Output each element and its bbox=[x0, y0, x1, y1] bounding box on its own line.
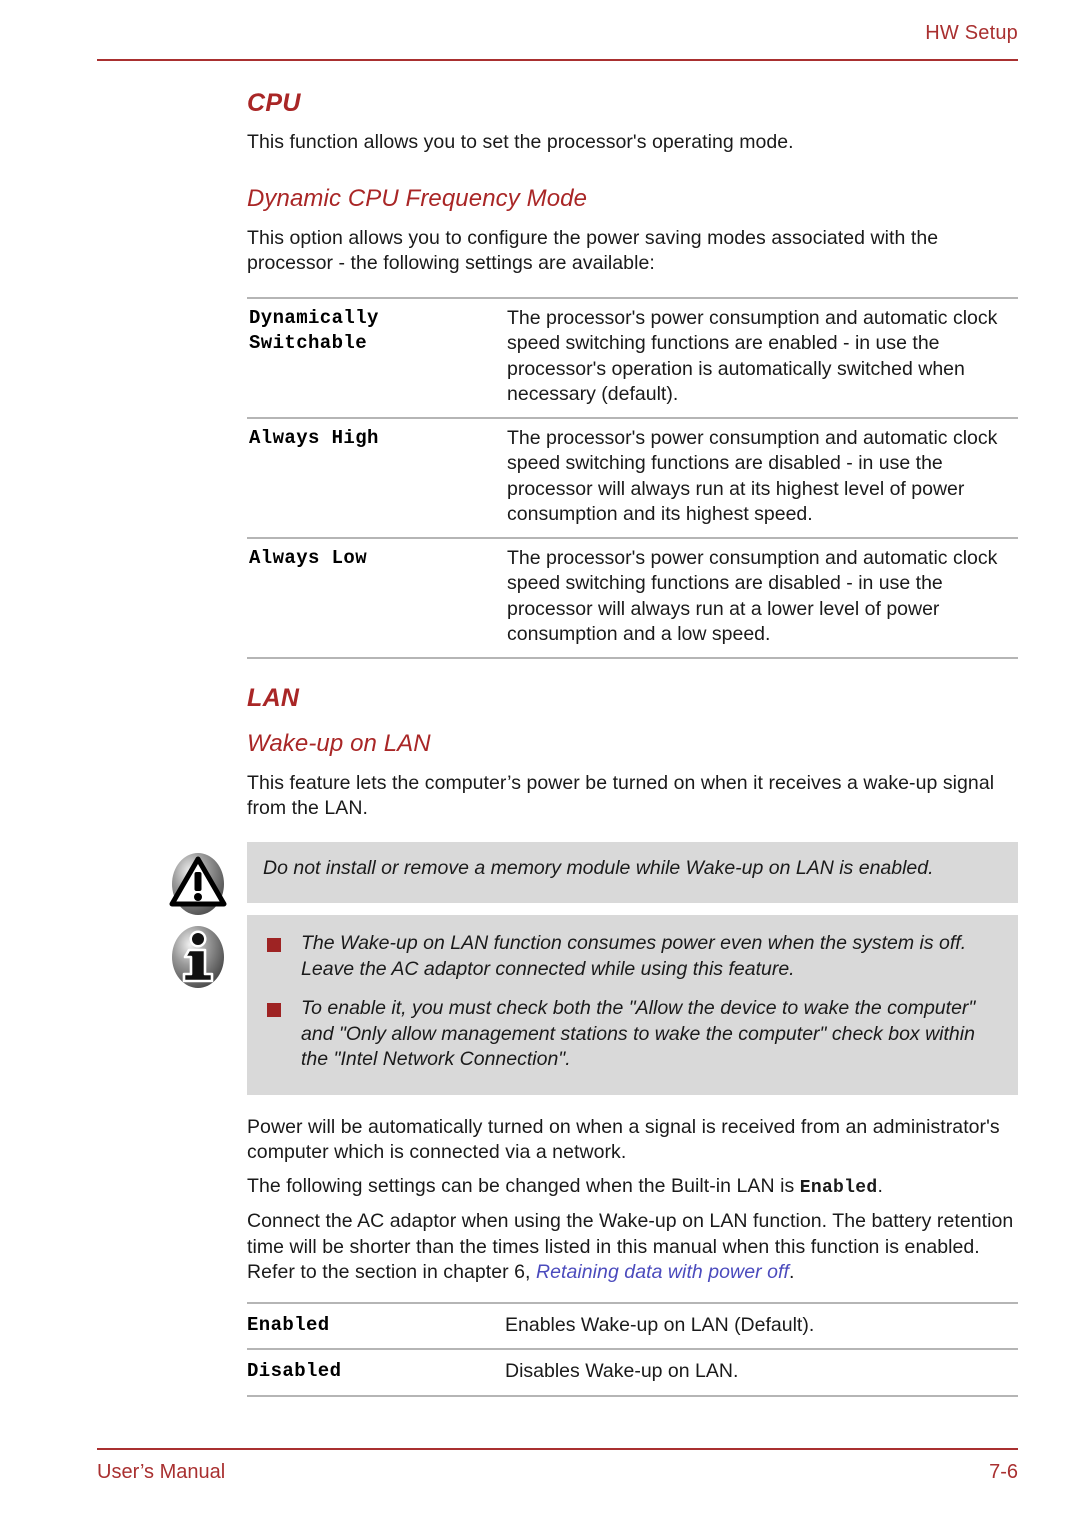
option-description: The processor's power consumption and au… bbox=[507, 426, 998, 526]
lan-paragraph-2-prefix: The following settings can be changed wh… bbox=[247, 1174, 800, 1197]
option-term: Disabled bbox=[247, 1360, 342, 1382]
footer-manual-label: User’s Manual bbox=[97, 1461, 226, 1483]
bullet-square-icon bbox=[267, 1003, 281, 1017]
header-rule bbox=[97, 59, 1018, 61]
table-row: Always High The processor's power consum… bbox=[247, 417, 1018, 538]
wake-up-on-lan-intro: This feature lets the computer’s power b… bbox=[247, 771, 995, 820]
cross-reference-link[interactable]: Retaining data with power off bbox=[536, 1261, 789, 1283]
option-description: The processor's power consumption and au… bbox=[507, 306, 998, 406]
info-bullet-list: The Wake-up on LAN function consumes pow… bbox=[263, 931, 1002, 1073]
option-term: Enabled bbox=[247, 1313, 330, 1336]
lan-paragraph-1: Power will be automatically turned on wh… bbox=[247, 1115, 1000, 1164]
footer-rule bbox=[97, 1448, 1018, 1450]
dynamic-cpu-frequency-mode-heading: Dynamic CPU Frequency Mode bbox=[247, 184, 588, 212]
lan-section-heading: LAN bbox=[247, 683, 300, 712]
option-term: Always Low bbox=[249, 546, 368, 569]
info-bullet-text: The Wake-up on LAN function consumes pow… bbox=[301, 932, 967, 980]
lan-paragraph-3: Connect the AC adaptor when using the Wa… bbox=[247, 1209, 1018, 1286]
list-item: To enable it, you must check both the "A… bbox=[263, 996, 1002, 1073]
header-title: HW Setup bbox=[925, 22, 1018, 44]
page-content: CPU This function allows you to set the … bbox=[169, 88, 1018, 1397]
table-row: Disabled Disables Wake-up on LAN. bbox=[247, 1349, 1018, 1396]
option-description: Disables Wake-up on LAN. bbox=[505, 1360, 739, 1382]
list-item: The Wake-up on LAN function consumes pow… bbox=[263, 931, 1002, 982]
wake-up-on-lan-heading: Wake-up on LAN bbox=[247, 729, 431, 757]
info-circle-icon bbox=[167, 923, 229, 991]
cpu-intro-text: This function allows you to set the proc… bbox=[247, 131, 794, 153]
cpu-options-table: Dynamically Switchable The processor's p… bbox=[247, 297, 1018, 659]
table-row: Dynamically Switchable The processor's p… bbox=[247, 297, 1018, 418]
warning-callout-text: Do not install or remove a memory module… bbox=[263, 856, 934, 879]
option-description: The processor's power consumption and au… bbox=[507, 546, 998, 646]
warning-triangle-icon bbox=[167, 850, 229, 918]
info-callout: The Wake-up on LAN function consumes pow… bbox=[172, 915, 1018, 1095]
bullet-square-icon bbox=[267, 938, 281, 952]
lan-paragraph-2-mono-value: Enabled bbox=[799, 1177, 878, 1198]
lan-paragraph-3-suffix: . bbox=[788, 1261, 795, 1283]
lan-paragraph-2: The following settings can be changed wh… bbox=[247, 1174, 1018, 1202]
table-row: Always Low The processor's power consump… bbox=[247, 537, 1018, 658]
dynamic-cpu-frequency-mode-intro: This option allows you to configure the … bbox=[247, 226, 939, 275]
footer-page-number: 7-6 bbox=[989, 1461, 1018, 1483]
lan-paragraph-2-suffix: . bbox=[877, 1174, 883, 1197]
page-header: HW Setup bbox=[97, 22, 1018, 64]
cpu-section-heading: CPU bbox=[247, 89, 301, 117]
option-description: Enables Wake-up on LAN (Default). bbox=[505, 1313, 815, 1336]
lan-options-table: Enabled Enables Wake-up on LAN (Default)… bbox=[247, 1302, 1018, 1397]
manual-page: HW Setup CPU This function allows you to… bbox=[0, 0, 1080, 1529]
info-bullet-text: To enable it, you must check both the "A… bbox=[301, 997, 976, 1070]
option-term: Always High bbox=[249, 426, 379, 449]
option-term: Dynamically Switchable bbox=[249, 306, 379, 355]
table-row: Enabled Enables Wake-up on LAN (Default)… bbox=[247, 1302, 1018, 1350]
warning-callout: Do not install or remove a memory module… bbox=[169, 841, 1018, 915]
